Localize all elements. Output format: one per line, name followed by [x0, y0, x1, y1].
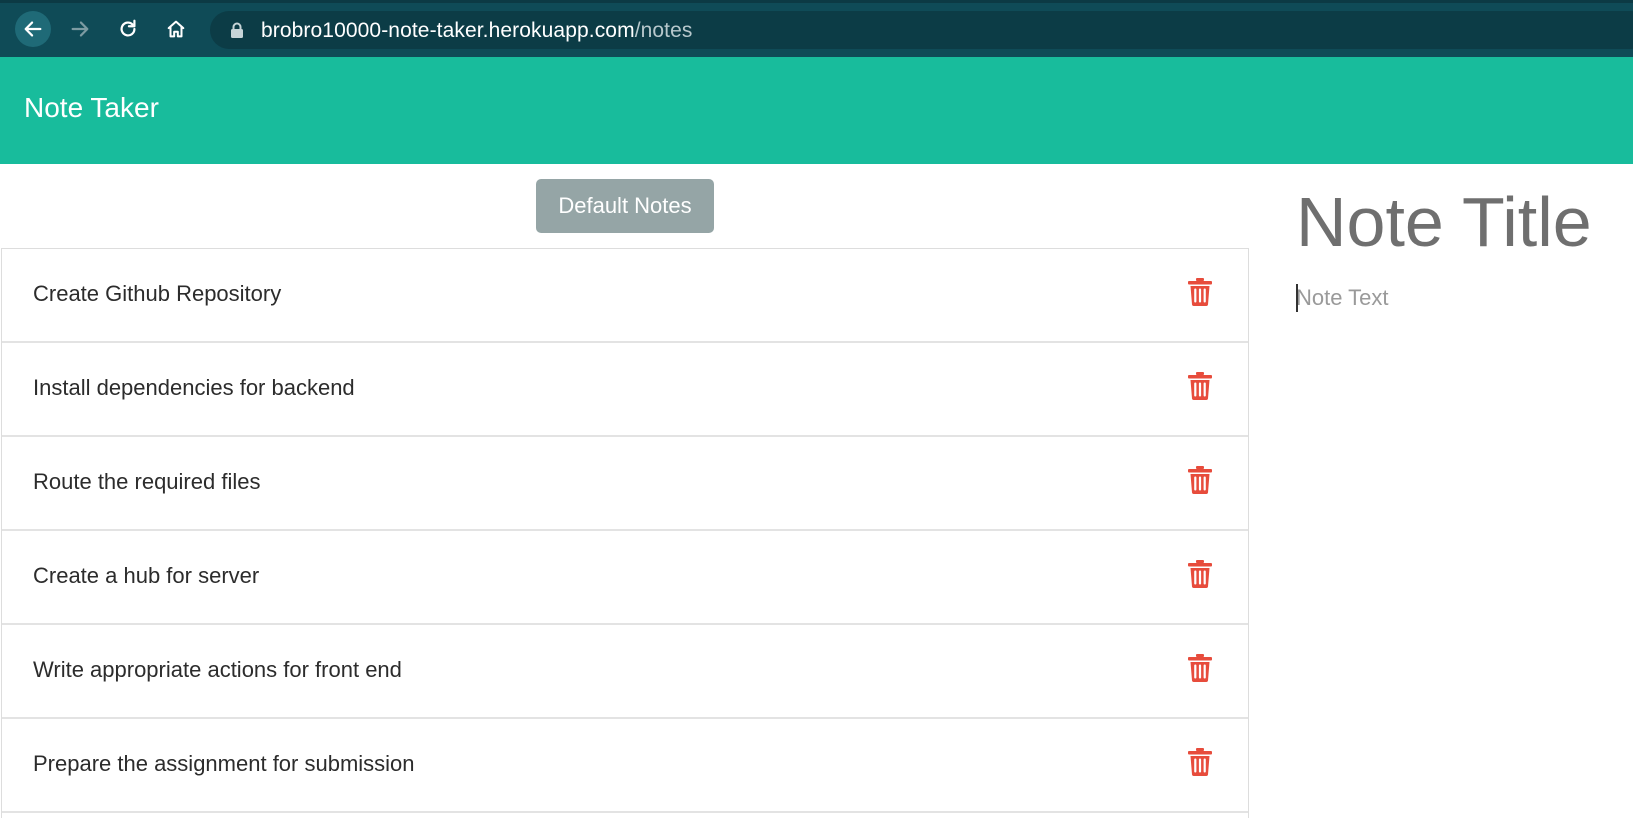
trash-icon[interactable]: [1188, 372, 1212, 400]
list-item[interactable]: Write appropriate actions for front end: [2, 625, 1248, 719]
forward-button[interactable]: [62, 11, 98, 47]
url-host: brobro10000-note-taker.herokuapp.com: [261, 19, 635, 42]
note-title: Create a hub for server: [33, 563, 260, 588]
browser-toolbar: brobro10000-note-taker.herokuapp.com/not…: [0, 0, 1633, 57]
note-title: Create Github Repository: [33, 281, 282, 306]
note-text-input[interactable]: Note Text: [1296, 284, 1389, 312]
lock-icon: [231, 22, 243, 38]
trash-icon[interactable]: [1188, 654, 1212, 682]
list-item[interactable]: Prepare the assignment for submission: [2, 719, 1248, 813]
home-button[interactable]: [158, 11, 194, 47]
url-path: /notes: [634, 19, 693, 42]
app-navbar: Note Taker: [0, 57, 1633, 164]
url-text: brobro10000-note-taker.herokuapp.com/not…: [261, 19, 693, 43]
note-title-input[interactable]: Note Title: [1296, 182, 1592, 262]
reload-button[interactable]: [110, 11, 146, 47]
default-notes-button[interactable]: Default Notes: [536, 179, 714, 233]
address-bar[interactable]: brobro10000-note-taker.herokuapp.com/not…: [210, 11, 1633, 49]
list-item[interactable]: Install dependencies for backend: [2, 343, 1248, 437]
note-title: Write appropriate actions for front end: [33, 657, 402, 682]
trash-icon[interactable]: [1188, 278, 1212, 306]
trash-icon[interactable]: [1188, 466, 1212, 494]
back-button[interactable]: [15, 11, 51, 47]
arrow-right-icon: [71, 21, 89, 37]
list-item[interactable]: Create Github Repository: [2, 249, 1248, 343]
note-title: Install dependencies for backend: [33, 375, 355, 400]
app-title[interactable]: Note Taker: [24, 92, 159, 124]
trash-icon[interactable]: [1188, 748, 1212, 776]
list-item[interactable]: Route the required files: [2, 437, 1248, 531]
home-icon: [167, 20, 185, 38]
list-item[interactable]: Create a hub for server: [2, 531, 1248, 625]
arrow-left-icon: [24, 21, 42, 37]
text-cursor: [1296, 284, 1298, 312]
trash-icon[interactable]: [1188, 560, 1212, 588]
note-title: Prepare the assignment for submission: [33, 751, 415, 776]
notes-list: Create Github Repository Install depende…: [1, 248, 1249, 818]
reload-icon: [120, 19, 136, 37]
note-title: Route the required files: [33, 469, 261, 494]
